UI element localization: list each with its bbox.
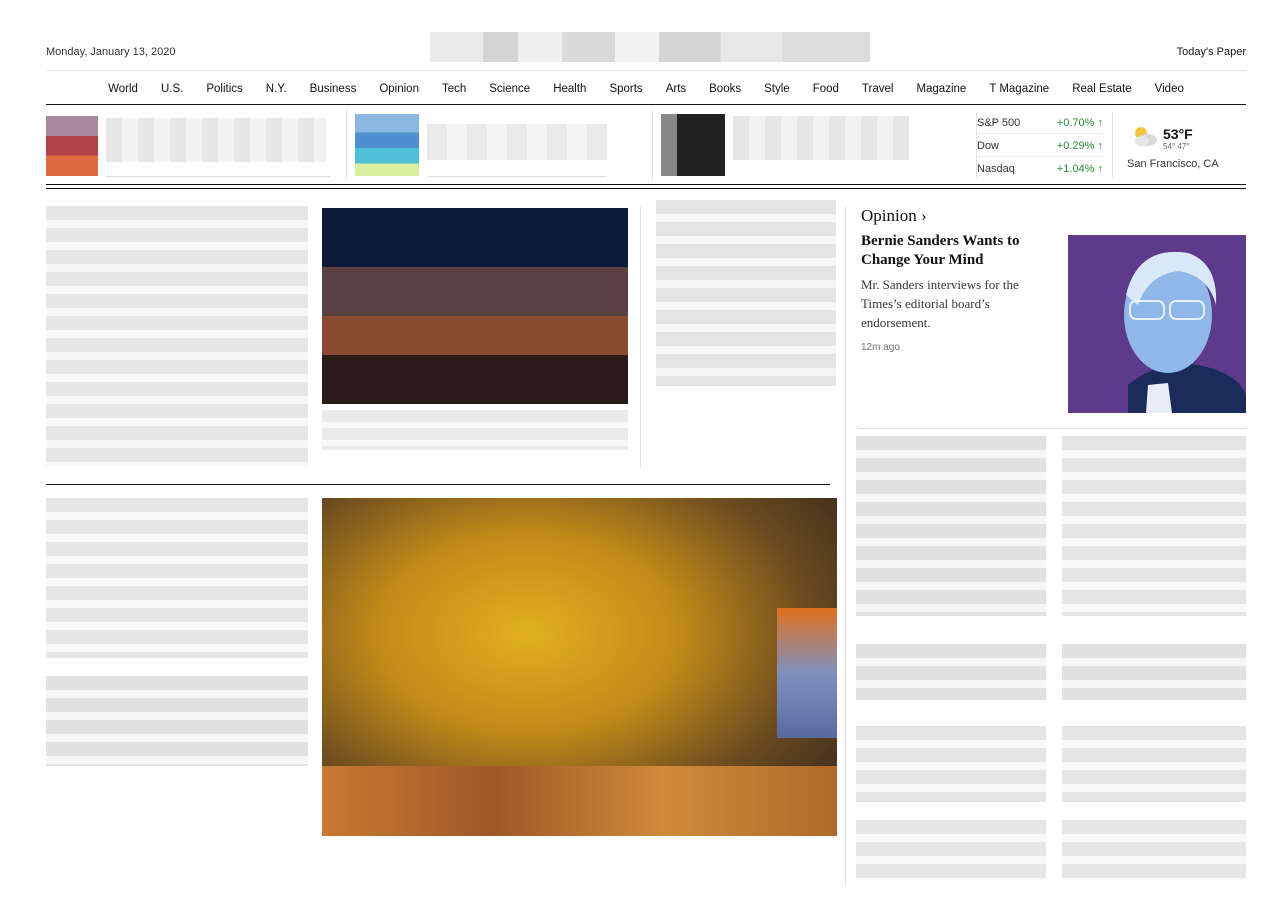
markets-widget[interactable]: S&P 500 +0.70% ↑ Dow +0.29% ↑ Nasdaq +1.… [976,112,1103,180]
divider [640,206,641,468]
promo-item[interactable] [346,110,646,180]
lead-story-image[interactable] [322,208,628,404]
divider [46,70,1246,71]
weather-high-low: 54° 47° [1163,142,1190,151]
opinion-portrait-image[interactable] [1068,235,1246,413]
nav-world[interactable]: World [97,80,150,100]
nav-books[interactable]: Books [698,80,753,100]
opinion-summary: Mr. Sanders interviews for the Times’s e… [861,277,1019,330]
masthead-date: Monday, January 13, 2020 [46,46,176,58]
divider [46,484,830,485]
weather-city: San Francisco, CA [1127,158,1219,170]
market-change: +1.04% ↑ [1056,163,1103,175]
market-change: +0.70% ↑ [1056,116,1103,129]
market-change: +0.29% ↑ [1056,139,1103,152]
portrait-illustration [1124,251,1246,413]
third-story-text-blurred[interactable] [46,676,308,766]
nav-opinion[interactable]: Opinion [368,80,431,100]
market-name: Nasdaq [977,163,1015,175]
opinion-column-blurred[interactable] [1062,644,1246,700]
divider [46,184,1246,189]
opinion-column-blurred[interactable] [856,436,1046,616]
promo-strip [46,110,966,180]
image-foreground [322,766,837,836]
nav-travel[interactable]: Travel [850,80,905,100]
lead-story-text-blurred[interactable] [46,206,308,466]
opinion-column-blurred[interactable] [856,644,1046,700]
opinion-column-blurred[interactable] [856,726,1046,802]
nav-video[interactable]: Video [1143,80,1195,100]
nav-arts[interactable]: Arts [654,80,697,100]
opinion-headline[interactable]: Bernie Sanders Wants to Change Your Mind [861,232,1051,270]
nav-us[interactable]: U.S. [149,80,194,100]
masthead: Monday, January 13, 2020 Today's Paper [46,30,1246,70]
divider [46,104,1246,105]
image-caption-blurred [322,410,628,450]
related-story-text-blurred[interactable] [656,200,836,386]
section-nav: World U.S. Politics N.Y. Business Opinio… [46,80,1246,100]
nav-tech[interactable]: Tech [430,80,477,100]
nav-magazine[interactable]: Magazine [905,80,978,100]
promo-thumbnail [661,114,725,176]
nav-food[interactable]: Food [801,80,850,100]
promo-item[interactable] [652,110,952,180]
nav-science[interactable]: Science [478,80,542,100]
divider [845,206,846,886]
opinion-column-blurred[interactable] [856,820,1046,880]
market-name: Dow [977,139,1000,152]
market-row: S&P 500 +0.70% ↑ [977,112,1103,134]
divider [427,176,607,177]
market-row: Nasdaq +1.04% ↑ [977,158,1103,180]
opinion-section-link[interactable]: Opinion › [861,206,927,225]
second-story-text-blurred[interactable] [46,498,308,658]
partly-cloudy-icon [1135,127,1157,146]
newspaper-logo[interactable] [430,32,870,62]
market-row: Dow +0.29% ↑ [977,135,1103,157]
divider [858,428,1246,429]
weather-temperature: 53°F [1163,126,1193,142]
promo-text-blurred [106,118,326,162]
weather-widget[interactable]: 53°F 54° 47° San Francisco, CA [1112,112,1246,178]
promo-text-blurred [427,124,607,160]
nav-real-estate[interactable]: Real Estate [1061,80,1143,100]
second-story-image[interactable] [322,498,837,836]
nav-politics[interactable]: Politics [195,80,254,100]
opinion-column-blurred[interactable] [1062,726,1246,802]
nav-sports[interactable]: Sports [598,80,654,100]
opinion-column-blurred[interactable] [1062,820,1246,880]
nav-business[interactable]: Business [298,80,368,100]
nav-style[interactable]: Style [753,80,802,100]
opinion-timestamp: 12m ago [861,342,900,353]
nav-t-magazine[interactable]: T Magazine [978,80,1061,100]
promo-text-blurred [733,116,909,160]
image-detail [777,608,837,738]
market-name: S&P 500 [977,116,1021,129]
opinion-column-blurred[interactable] [1062,436,1246,616]
nav-ny[interactable]: N.Y. [254,80,298,100]
promo-thumbnail [355,114,419,176]
opinion-section: Opinion › Bernie Sanders Wants to Change… [861,206,1246,413]
todays-paper-link[interactable]: Today's Paper [1177,46,1246,58]
divider [106,176,330,177]
nav-health[interactable]: Health [542,80,598,100]
promo-item[interactable] [46,110,336,180]
promo-thumbnail [46,116,98,176]
